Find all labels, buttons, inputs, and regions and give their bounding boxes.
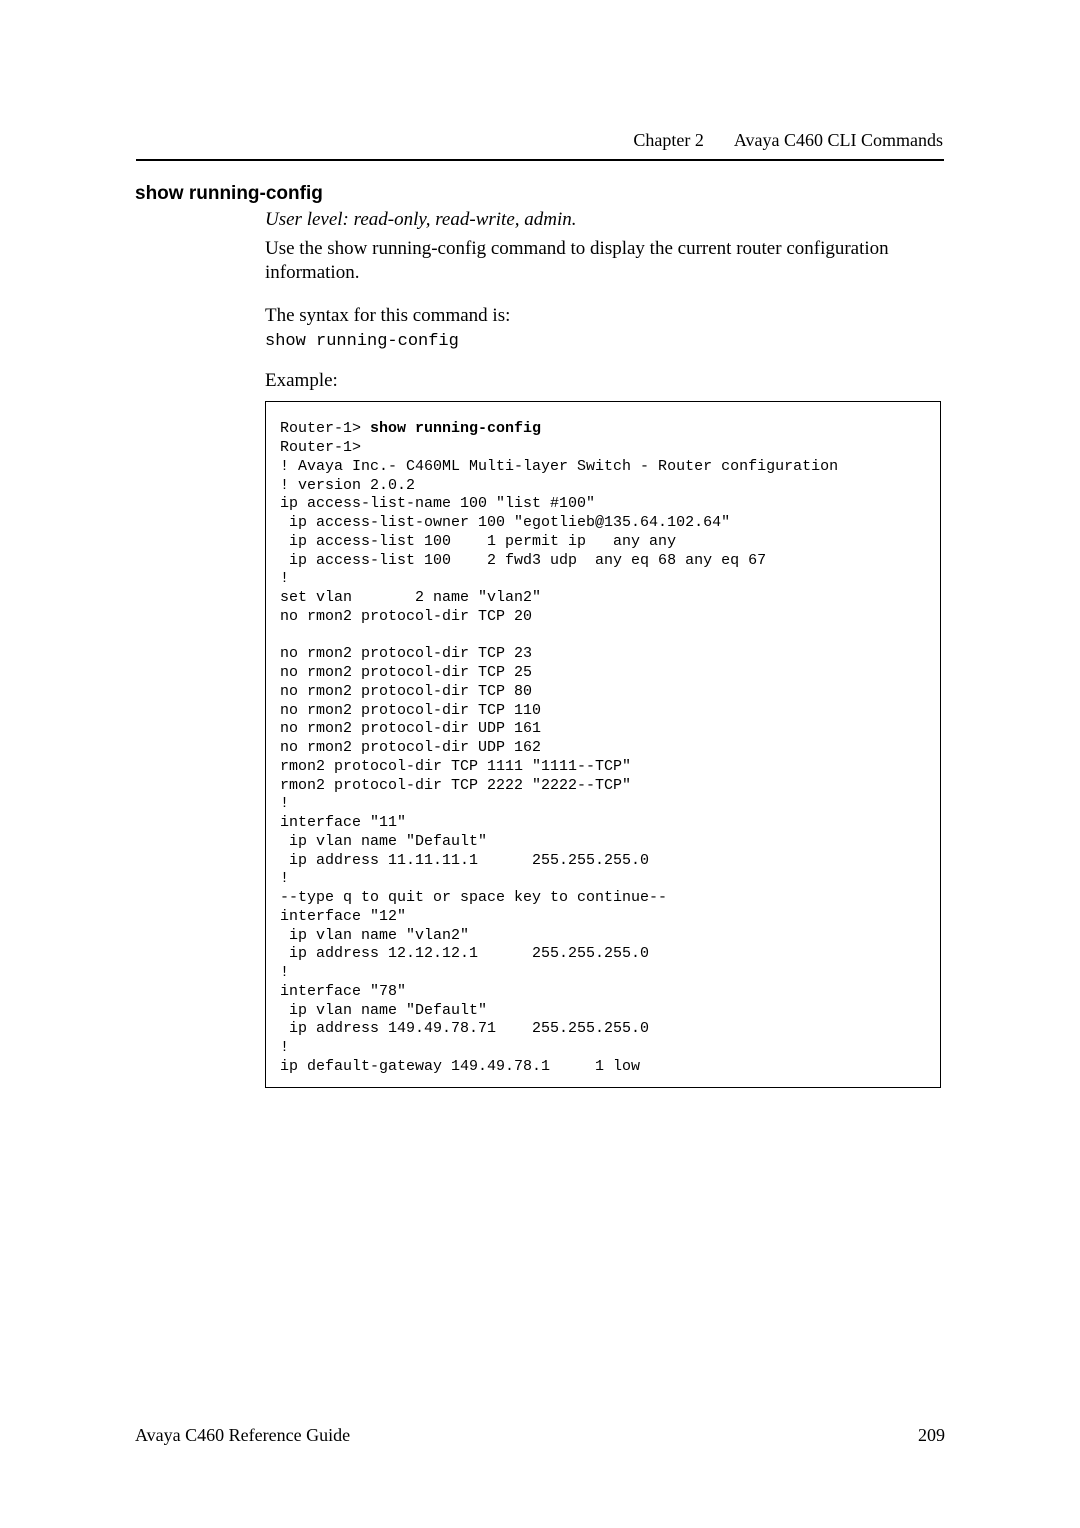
example-command: show running-config <box>370 420 541 437</box>
content-block: User level: read-only, read-write, admin… <box>265 209 943 1088</box>
user-level: User level: read-only, read-write, admin… <box>265 209 943 231</box>
example-prompt: Router-1> <box>280 420 370 437</box>
footer-page-number: 209 <box>918 1425 945 1446</box>
section-title: show running-config <box>135 183 945 205</box>
syntax-command: show running-config <box>265 332 943 351</box>
example-output: Router-1> ! Avaya Inc.- C460ML Multi-lay… <box>280 439 838 1075</box>
header-text: Chapter 2 Avaya C460 CLI Commands <box>135 130 945 151</box>
description: Use the show running-config command to d… <box>265 237 943 286</box>
syntax-intro: The syntax for this command is: <box>265 304 943 328</box>
footer-left: Avaya C460 Reference Guide <box>135 1425 350 1446</box>
example-box: Router-1> show running-config Router-1> … <box>265 401 941 1087</box>
chapter-label: Chapter 2 <box>633 130 703 150</box>
example-label: Example: <box>265 369 943 393</box>
page: Chapter 2 Avaya C460 CLI Commands show ru… <box>0 0 1080 1528</box>
footer: Avaya C460 Reference Guide 209 <box>135 1425 945 1446</box>
header-rule <box>136 159 944 161</box>
header-title: Avaya C460 CLI Commands <box>734 130 943 150</box>
